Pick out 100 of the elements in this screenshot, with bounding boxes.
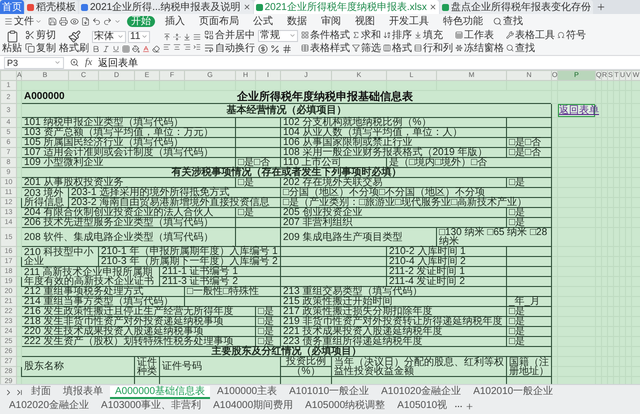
number-format-select[interactable]: 常规: [258, 30, 298, 42]
toolbar-button[interactable]: 查找: [506, 42, 555, 54]
close-icon[interactable]: [242, 3, 251, 11]
toolbar-button[interactable]: 行和列: [414, 42, 453, 54]
italic-icon[interactable]: [102, 44, 110, 52]
sheet-icon[interactable]: [455, 31, 463, 39]
omega-icon[interactable]: [557, 31, 565, 39]
scissors-icon[interactable]: [25, 30, 35, 40]
align-right-icon[interactable]: [183, 42, 191, 50]
toolbar-button[interactable]: 求和: [352, 30, 381, 40]
ribbon-tab[interactable]: 特色功能: [439, 16, 487, 26]
sheet-tab[interactable]: A102010一般企业: [468, 386, 558, 399]
app-tab[interactable]: 稻壳模板: [25, 0, 78, 14]
ribbon-tab[interactable]: 开发工具: [385, 16, 433, 26]
sheet-tab[interactable]: A105000纳税调整: [300, 400, 390, 413]
bold-icon[interactable]: [92, 44, 100, 52]
font-size-select[interactable]: 11: [128, 30, 150, 42]
app-tab[interactable]: 2021企业所得税年度纳税申报表.xlsx: [254, 0, 439, 14]
middle-align-icon[interactable]: [173, 32, 181, 40]
table-icon[interactable]: [301, 44, 309, 52]
toolbar-button[interactable]: 符号: [557, 30, 586, 40]
percent-icon[interactable]: [270, 44, 280, 54]
ribbon-tab[interactable]: 审阅: [317, 16, 345, 26]
caret-icon[interactable]: [117, 33, 124, 40]
format-painter-button[interactable]: 格式刷: [59, 30, 89, 54]
clipboard-icon[interactable]: [6, 30, 18, 42]
redo-icon[interactable]: [103, 16, 112, 26]
fill-down-icon[interactable]: [414, 31, 422, 39]
last-sheet-icon[interactable]: [15, 388, 24, 397]
app-tab[interactable]: 2021企业所得...纳税申报表及说明: [79, 0, 253, 14]
justify-icon[interactable]: [193, 32, 201, 40]
copy-icon[interactable]: [25, 43, 35, 53]
save-icon[interactable]: [48, 16, 57, 26]
caret-icon[interactable]: [54, 59, 61, 66]
toolbar-button[interactable]: 工作表: [455, 30, 504, 40]
ribbon-tab[interactable]: 插入: [161, 16, 189, 26]
sheet-tab[interactable]: A101020金融企业: [376, 386, 466, 399]
merge-icon[interactable]: [204, 30, 214, 40]
name-box[interactable]: P3: [4, 56, 64, 68]
top-align-icon[interactable]: [163, 32, 171, 40]
bottom-align-icon[interactable]: [183, 32, 191, 40]
paintbrush-icon[interactable]: [68, 30, 80, 42]
preview-icon[interactable]: [70, 16, 79, 26]
menu-icon[interactable]: [4, 16, 13, 26]
rows-icon[interactable]: [414, 44, 422, 52]
underline-icon[interactable]: [112, 44, 120, 52]
sheet-tab[interactable]: A103000事业、非营利: [96, 400, 206, 413]
search-button[interactable]: 查找: [493, 16, 523, 26]
filter-icon[interactable]: [352, 44, 360, 52]
sheet-tab[interactable]: 封面: [26, 386, 56, 399]
sheet-tab[interactable]: 填报表单: [58, 386, 108, 399]
next-sheet-icon[interactable]: [4, 388, 13, 397]
formula-field[interactable]: 返回表单: [98, 56, 636, 70]
search-icon[interactable]: [493, 16, 502, 26]
close-icon[interactable]: [428, 3, 437, 11]
wrap-icon[interactable]: [204, 43, 214, 53]
caret-icon[interactable]: [114, 18, 121, 24]
toolbar-button[interactable]: 填充: [414, 30, 453, 40]
font-color-icon[interactable]: [142, 44, 150, 52]
print-icon[interactable]: [59, 16, 68, 26]
sigma-icon[interactable]: [352, 31, 360, 39]
font-select[interactable]: 宋体: [92, 30, 126, 42]
cut-button[interactable]: 剪切: [25, 30, 56, 40]
undo-icon[interactable]: [92, 16, 101, 26]
toolbar-button[interactable]: 条件格式: [301, 30, 350, 40]
search-icon[interactable]: [506, 44, 514, 52]
zoom-icon[interactable]: [70, 58, 79, 67]
export-icon[interactable]: [81, 16, 90, 26]
sheet-tab[interactable]: A101010一般企业: [284, 386, 374, 399]
caret-icon[interactable]: [141, 33, 148, 40]
ribbon-tab[interactable]: 数据: [283, 16, 311, 26]
wrap-text-button[interactable]: 自动换行: [204, 42, 255, 54]
paste-button[interactable]: 粘贴: [2, 30, 22, 54]
function-button[interactable]: fx: [85, 57, 92, 68]
currency-icon[interactable]: [258, 44, 268, 54]
ribbon-tab[interactable]: 视图: [351, 16, 379, 26]
sheet-tab[interactable]: A100000主表: [212, 386, 282, 399]
indent-icon[interactable]: [193, 42, 201, 50]
fill-color-icon[interactable]: [132, 44, 140, 52]
toolbar-button[interactable]: 筛选: [352, 42, 381, 54]
caret-icon[interactable]: [35, 18, 42, 24]
toolbar-button[interactable]: 冻结窗格: [455, 42, 504, 54]
copy-button[interactable]: 复制: [25, 42, 56, 54]
sheet-tab[interactable]: A104000期间费用: [208, 400, 298, 413]
toolbar-button[interactable]: 表格样式: [301, 42, 350, 54]
grid-icon[interactable]: [301, 31, 309, 39]
ribbon-tab[interactable]: 公式: [249, 16, 277, 26]
thousands-icon[interactable]: [282, 44, 292, 54]
eraser-icon[interactable]: [152, 44, 160, 52]
caret-icon[interactable]: [289, 32, 296, 39]
file-menu[interactable]: 文件: [4, 14, 42, 28]
sheet-tab[interactable]: A105010视: [392, 400, 452, 413]
toolbar-button[interactable]: 排序: [383, 30, 412, 40]
columns-icon[interactable]: [383, 44, 391, 52]
toolbar-button[interactable]: 表格工具: [506, 30, 555, 40]
wrench-icon[interactable]: [506, 31, 514, 39]
align-left-icon[interactable]: [163, 42, 171, 50]
border-icon[interactable]: [122, 44, 130, 52]
sort-icon[interactable]: [383, 31, 391, 39]
merge-center-button[interactable]: 合并居中: [204, 30, 255, 40]
